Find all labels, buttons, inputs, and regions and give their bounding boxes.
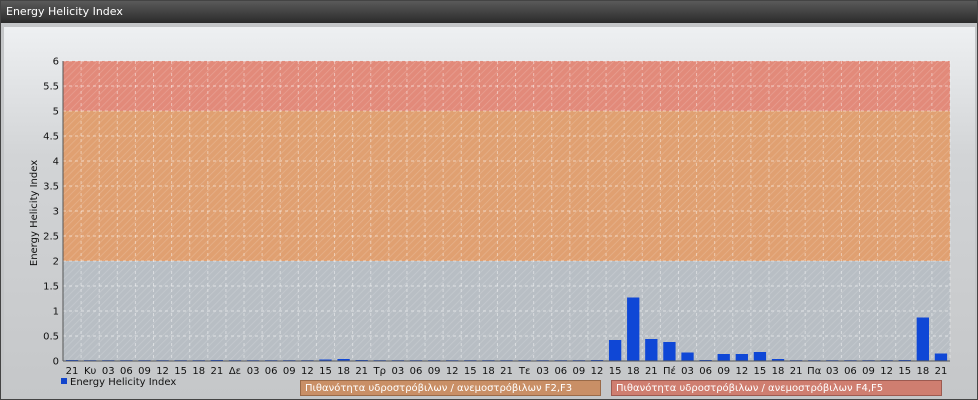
x-tick-label: 21	[645, 366, 658, 377]
y-tick-label: 4	[53, 157, 59, 168]
window-title: Energy Helicity Index	[6, 5, 123, 18]
x-tick-label: 15	[319, 366, 332, 377]
x-tick-label: 03	[102, 366, 115, 377]
x-tick-label: 18	[482, 366, 495, 377]
plot-area: 0 0.5 1 1.5 2 2.5 3 3.5 4 4.5 5 5.5 6 21 Κυ 03 06 09 12 15 1…	[4, 27, 975, 397]
chart-window: Energy Helicity Index 0 0.5 1 1.5 2 2.5 3 3.5 4 4…	[0, 0, 978, 400]
x-tick-label: Κυ	[84, 366, 97, 377]
x-tick-label: 12	[735, 366, 748, 377]
x-tick-label: 09	[573, 366, 586, 377]
x-tick-label: 12	[301, 366, 314, 377]
x-tick-label: 15	[754, 366, 767, 377]
x-tick-label: 09	[283, 366, 296, 377]
x-tick-label: 18	[337, 366, 350, 377]
x-tick-label: 03	[392, 366, 405, 377]
x-tick-label: 18	[772, 366, 785, 377]
y-tick-label: 0	[53, 357, 59, 368]
bar	[916, 317, 930, 361]
x-tick-label: 03	[536, 366, 549, 377]
x-tick-label: Πα	[807, 366, 822, 377]
x-tick-label: 15	[609, 366, 622, 377]
x-tick-label: 09	[138, 366, 151, 377]
y-tick-label: 6	[53, 57, 59, 68]
bar	[717, 354, 730, 361]
y-tick-label: 4.5	[43, 132, 59, 143]
x-tick-label: 03	[247, 366, 260, 377]
x-tick-label: 21	[211, 366, 224, 377]
x-tick-label: 09	[717, 366, 730, 377]
x-tick-label: 12	[591, 366, 604, 377]
x-tick-label: 06	[120, 366, 133, 377]
x-tick-label: 21	[500, 366, 513, 377]
legend-band-f4f5: Πιθανότητα υδροστρόβιλων / ανεμοστρόβιλω…	[611, 380, 942, 396]
x-tick-label: 06	[265, 366, 278, 377]
y-tick-label: 3.5	[43, 182, 59, 193]
legend-series-item: Energy Helicity Index	[61, 377, 176, 388]
x-tick-label: Τε	[518, 366, 531, 377]
y-tick-label: 5	[53, 107, 59, 118]
x-tick-label: 03	[826, 366, 839, 377]
x-tick-label: 15	[464, 366, 477, 377]
y-tick-label: 1	[53, 307, 59, 318]
y-tick-label: 1.5	[43, 282, 59, 293]
bar	[663, 342, 676, 361]
bar	[735, 354, 748, 361]
x-tick-label: 21	[935, 366, 948, 377]
y-tick-label: 5.5	[43, 82, 59, 93]
x-tick-label: 21	[790, 366, 803, 377]
y-tick-label: 2	[53, 257, 59, 268]
x-tick-label: 21	[355, 366, 368, 377]
bar	[753, 352, 767, 361]
bar	[934, 353, 948, 361]
x-tick-label: 18	[916, 366, 929, 377]
x-tick-label: 12	[880, 366, 893, 377]
x-tick-label: 06	[844, 366, 857, 377]
x-tick-label: 06	[554, 366, 567, 377]
x-tick-label: 12	[446, 366, 459, 377]
legend-band-f2f3: Πιθανότητα υδροστρόβιλων / ανεμοστρόβιλω…	[300, 380, 601, 396]
y-axis-title: Energy Helicity Index	[29, 160, 40, 266]
title-bar: Energy Helicity Index	[1, 1, 977, 23]
x-tick-label: 15	[898, 366, 911, 377]
legend-series-swatch	[61, 378, 67, 384]
x-tick-label: 15	[174, 366, 187, 377]
energy-helicity-chart: 0 0.5 1 1.5 2 2.5 3 3.5 4 4.5 5 5.5 6 21 Κυ 03 06 09 12 15 1…	[29, 57, 951, 377]
x-tick-label: 18	[192, 366, 205, 377]
x-tick-label: 09	[428, 366, 441, 377]
x-tick-label: 12	[156, 366, 169, 377]
legend-series-label: Energy Helicity Index	[70, 377, 177, 388]
x-tick-label: 18	[627, 366, 640, 377]
y-tick-label: 0.5	[43, 332, 59, 343]
y-tick-label: 2.5	[43, 232, 59, 243]
x-tick-label: 03	[681, 366, 694, 377]
x-tick-label: 06	[410, 366, 423, 377]
x-tick-label: Πέ	[663, 365, 676, 377]
x-tick-label: 09	[862, 366, 875, 377]
bar	[681, 352, 694, 361]
bar	[627, 297, 640, 361]
x-tick-label: Τρ	[373, 366, 386, 377]
x-tick-label: Δε	[229, 366, 241, 377]
x-tick-label: 06	[699, 366, 712, 377]
bar	[645, 339, 658, 361]
bar	[608, 340, 622, 361]
x-tick-label: 21	[66, 366, 79, 377]
y-tick-label: 3	[53, 207, 59, 218]
